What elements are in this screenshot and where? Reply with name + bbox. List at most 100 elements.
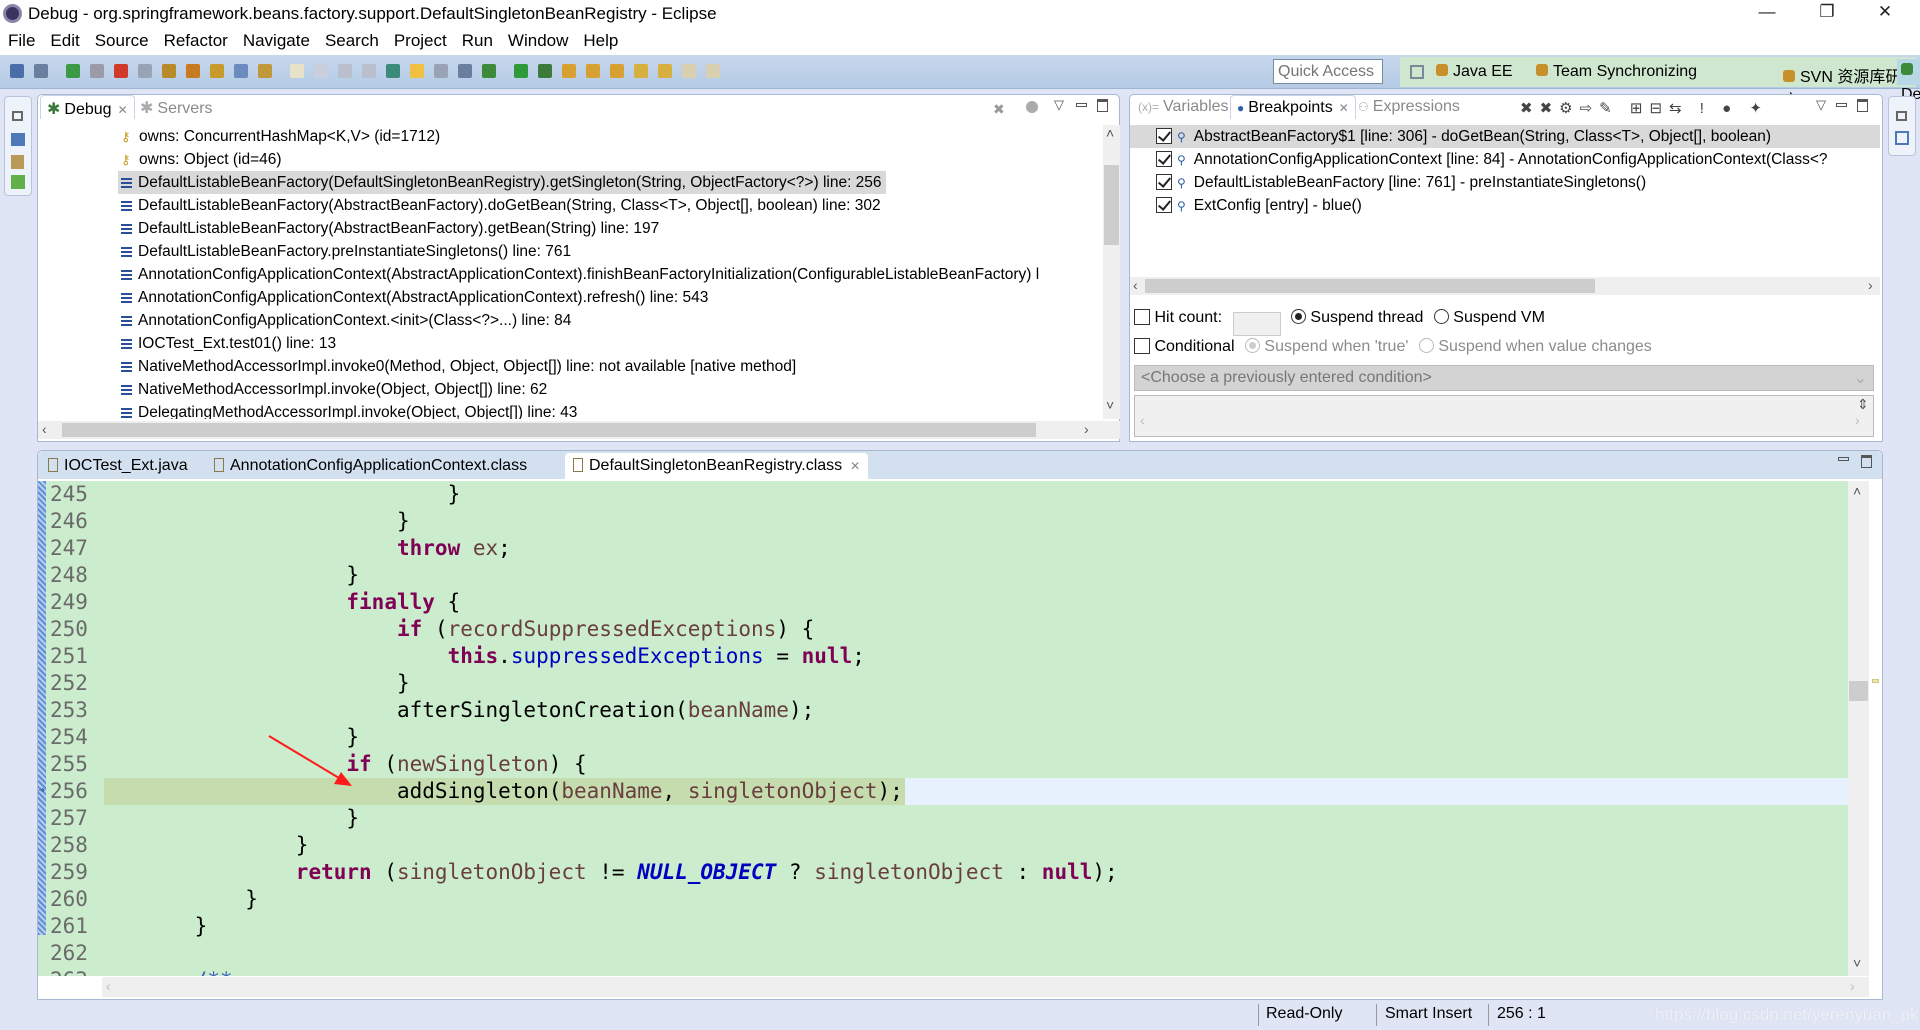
menu-file[interactable]: File <box>0 28 42 51</box>
tab-debug[interactable]: ✱ Debug ✕ <box>40 95 135 119</box>
suspend-when-true-radio[interactable] <box>1244 338 1260 353</box>
code-line[interactable]: 259 return (singletonObject != NULL_OBJEC… <box>38 859 1848 886</box>
debug-stack-tree[interactable]: ⚷ owns: ConcurrentHashMap<K,V> (id=1712) ⚷… <box>38 125 1103 419</box>
save-all-icon[interactable] <box>362 64 376 78</box>
scroll-right-icon[interactable]: › <box>1850 978 1855 994</box>
open-type-icon[interactable] <box>386 64 400 78</box>
restore-button[interactable]: ❐ <box>1804 2 1850 26</box>
outline-icon[interactable] <box>11 175 25 189</box>
remove-terminated-icon[interactable]: ✖ <box>993 101 1007 117</box>
condition-text-area[interactable]: ‹ › ⇕ <box>1134 395 1874 437</box>
disconnect-icon[interactable] <box>138 64 152 78</box>
breakpoints-horizontal-scrollbar[interactable]: ‹ › <box>1130 277 1880 295</box>
stack-frame[interactable]: DefaultListableBeanFactory(AbstractBeanF… <box>118 194 885 217</box>
threads-icon[interactable] <box>1026 101 1038 113</box>
code-line[interactable]: 252} <box>38 670 1848 697</box>
scroll-up-icon[interactable]: ˄ <box>1853 483 1861 499</box>
insert-mode-status[interactable]: Smart Insert <box>1385 1005 1472 1023</box>
stack-frame[interactable]: DefaultListableBeanFactory(AbstractBeanF… <box>118 217 663 240</box>
perspective-team[interactable]: Team Synchronizing <box>1536 63 1697 81</box>
monitor-item[interactable]: ⚷ owns: ConcurrentHashMap<K,V> (id=1712) <box>118 125 444 148</box>
use-step-filters-icon[interactable] <box>258 64 272 78</box>
scroll-down-icon[interactable]: ˅ <box>1853 955 1861 971</box>
minimize-view-icon[interactable] <box>1076 103 1087 107</box>
code-line[interactable]: 247 throw ex; <box>38 535 1848 562</box>
close-icon[interactable]: ✕ <box>1339 101 1349 115</box>
terminate-icon[interactable] <box>114 64 128 78</box>
minimize-button[interactable]: — <box>1744 2 1790 26</box>
scroll-right-icon[interactable]: › <box>1084 421 1089 437</box>
close-button[interactable]: ✕ <box>1862 2 1908 26</box>
open-perspective-icon[interactable] <box>1410 65 1424 79</box>
close-icon[interactable]: ✕ <box>850 459 860 473</box>
perspective-java[interactable]: Java EE <box>1436 63 1513 81</box>
breakpoint-toolbar-icons[interactable]: ✖✖⚙⇨✎ ⊞⊟⇆ ! ● ✦ <box>1520 99 1769 117</box>
breakpoint-enabled-checkbox[interactable] <box>1156 197 1172 213</box>
scroll-left-icon[interactable]: ‹ <box>42 421 47 437</box>
suspend-vm-radio[interactable] <box>1433 309 1449 324</box>
new-icon[interactable] <box>290 64 304 78</box>
breakpoint-item[interactable]: ⚲ ExtConfig [entry] - blue() <box>1130 194 1880 217</box>
stack-frame[interactable]: DefaultListableBeanFactory.preInstantiat… <box>118 240 575 263</box>
show-whitespace-icon[interactable] <box>458 64 472 78</box>
editor-horizontal-scrollbar[interactable]: ‹ › <box>102 977 1869 997</box>
breakpoint-enabled-checkbox[interactable] <box>1156 128 1172 144</box>
debug-horizontal-scrollbar[interactable]: ‹ › <box>38 421 1120 439</box>
perspective-debug[interactable]: Debug <box>1897 59 1920 103</box>
code-line[interactable]: 257} <box>38 805 1848 832</box>
stack-frame[interactable]: NativeMethodAccessorImpl.invoke0(Method,… <box>118 355 800 378</box>
menu-search[interactable]: Search <box>317 28 386 51</box>
tab-variables[interactable]: (x)= Variables <box>1132 95 1235 119</box>
menu-run[interactable]: Run <box>454 28 500 51</box>
scroll-down-icon[interactable]: ˅ <box>1106 397 1114 413</box>
view-menu-icon[interactable]: ▽ <box>1054 97 1064 113</box>
code-line[interactable]: 245} <box>38 481 1848 508</box>
code-line[interactable]: 255 if (newSingleton) { <box>38 751 1848 778</box>
current-instruction-line[interactable]: ➔ 256 addSingleton(beanName, singletonObje… <box>38 778 1848 805</box>
stack-frame[interactable]: AnnotationConfigApplicationContext.<init… <box>118 309 575 332</box>
tab-breakpoints[interactable]: ● Breakpoints ✕ <box>1230 95 1356 119</box>
console-icon[interactable] <box>11 133 25 146</box>
code-area[interactable]: 245} 246} 247 throw ex; 248} 249 finally {250 i… <box>38 481 1848 976</box>
scroll-left-icon[interactable]: ‹ <box>106 978 111 994</box>
code-line[interactable]: 261} <box>38 913 1848 940</box>
code-line[interactable]: 250 if (recordSuppressedExceptions) { <box>38 616 1848 643</box>
forward-icon[interactable] <box>706 64 720 78</box>
hit-count-checkbox[interactable] <box>1134 309 1150 325</box>
scroll-right-icon[interactable]: › <box>1868 277 1873 293</box>
stack-frame[interactable]: IOCTest_Ext.test01() line: 13 <box>118 332 340 355</box>
resume-icon[interactable] <box>66 64 80 78</box>
menu-edit[interactable]: Edit <box>42 28 86 51</box>
editor-tab[interactable]: IOCTest_Ext.java <box>40 453 196 479</box>
suspend-thread-radio[interactable] <box>1290 309 1306 324</box>
editor-tab[interactable]: AnnotationConfigApplicationContext.class <box>206 453 535 479</box>
tasks-icon[interactable] <box>11 155 24 169</box>
minimize-editor-icon[interactable] <box>1838 457 1849 461</box>
breakpoint-item[interactable]: ⚲ AnnotationConfigApplicationContext [lin… <box>1130 148 1880 171</box>
debug-icon[interactable] <box>482 64 496 78</box>
search-icon[interactable] <box>610 64 624 78</box>
stack-frame[interactable]: NativeMethodAccessorImpl.invoke(Object, … <box>118 378 551 401</box>
tab-expressions[interactable]: ⚇ Expressions <box>1352 95 1466 119</box>
new-class-icon[interactable] <box>314 64 328 78</box>
tab-servers[interactable]: ✱ Servers <box>134 95 219 119</box>
breakpoint-enabled-checkbox[interactable] <box>1156 174 1172 190</box>
prev-annotation-icon[interactable] <box>658 64 672 78</box>
breakpoint-item[interactable]: ⚲ AbstractBeanFactory$1 [line: 306] - doG… <box>1130 125 1880 148</box>
suspend-when-changes-radio[interactable] <box>1418 338 1434 353</box>
maximize-view-icon[interactable] <box>1857 99 1868 112</box>
breakpoint-item[interactable]: ⚲ DefaultListableBeanFactory [line: 761] … <box>1130 171 1880 194</box>
view-menu-icon[interactable]: ▽ <box>1816 97 1826 113</box>
code-line[interactable]: 263 /** <box>38 967 1848 976</box>
debug-vertical-scrollbar[interactable]: ˄ ˅ <box>1103 125 1120 419</box>
breakpoint-enabled-checkbox[interactable] <box>1156 151 1172 167</box>
open-folder-icon[interactable] <box>562 64 576 78</box>
menu-source[interactable]: Source <box>87 28 156 51</box>
next-annotation-icon[interactable] <box>634 64 648 78</box>
stack-frame[interactable]: AnnotationConfigApplicationContext(Abstr… <box>118 263 1043 286</box>
menu-window[interactable]: Window <box>500 28 575 51</box>
editor-vertical-scrollbar[interactable]: ˄ ˅ <box>1848 481 1869 976</box>
code-line[interactable]: 249 finally { <box>38 589 1848 616</box>
restore-icon[interactable] <box>1896 111 1907 121</box>
code-line[interactable]: 251 this.suppressedExceptions = null; <box>38 643 1848 670</box>
